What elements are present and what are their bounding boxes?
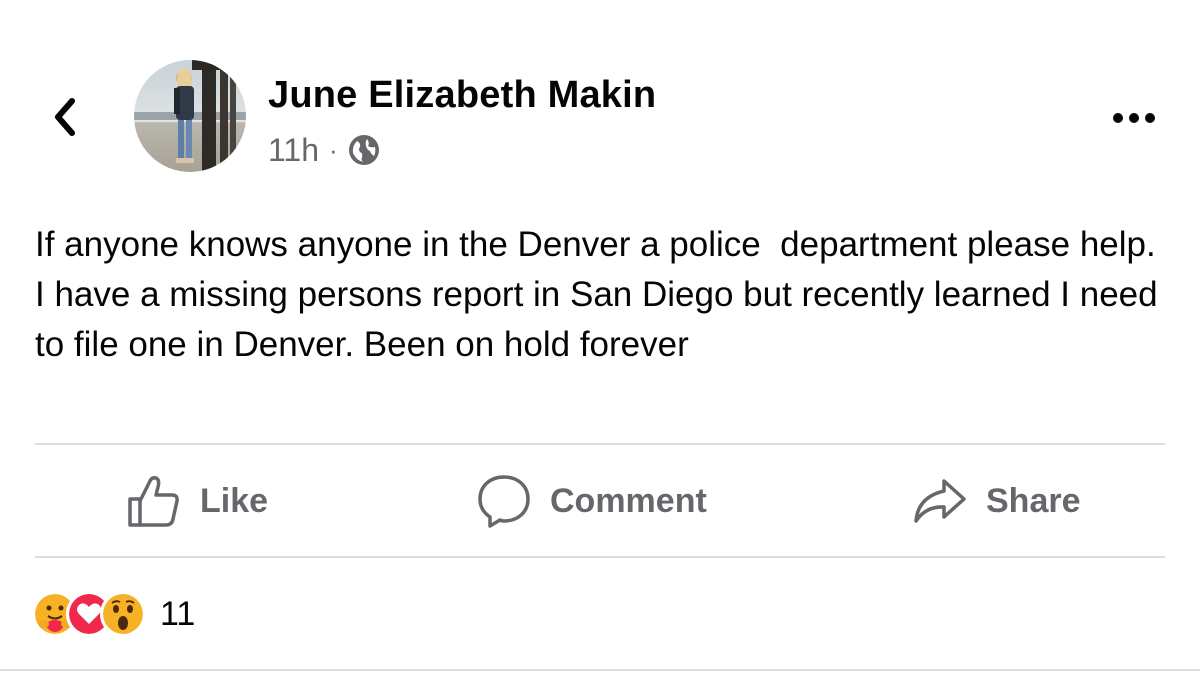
- meta-separator: ·: [329, 134, 338, 165]
- chevron-left-icon: [55, 98, 75, 136]
- like-label: Like: [200, 481, 269, 520]
- post-meta: 11h ·: [268, 128, 380, 172]
- more-horizontal-icon: [1113, 113, 1155, 123]
- divider: [35, 556, 1165, 558]
- author-name[interactable]: June Elizabeth Makin: [268, 74, 656, 117]
- thumbs-up-icon: [128, 476, 179, 527]
- comment-button[interactable]: Comment: [476, 468, 707, 534]
- wow-reaction-icon: [100, 591, 146, 637]
- divider: [0, 669, 1200, 671]
- avatar[interactable]: [134, 60, 246, 172]
- reaction-count[interactable]: 11: [160, 595, 195, 634]
- share-label: Share: [986, 481, 1081, 520]
- like-button[interactable]: Like: [126, 468, 268, 534]
- avatar-photo: [134, 60, 246, 172]
- post-timestamp[interactable]: 11h: [268, 132, 319, 169]
- more-options-button[interactable]: [1104, 98, 1164, 138]
- post-text: If anyone knows anyone in the Denver a p…: [35, 225, 1168, 364]
- comment-label: Comment: [550, 481, 707, 520]
- back-button[interactable]: [40, 92, 90, 142]
- divider: [35, 443, 1165, 445]
- reactions-summary[interactable]: 11: [32, 590, 195, 638]
- globe-icon: [348, 135, 379, 165]
- share-arrow-icon: [914, 479, 966, 523]
- share-button[interactable]: Share: [912, 468, 1081, 534]
- comment-bubble-icon: [478, 475, 530, 528]
- audience-button[interactable]: [348, 134, 380, 166]
